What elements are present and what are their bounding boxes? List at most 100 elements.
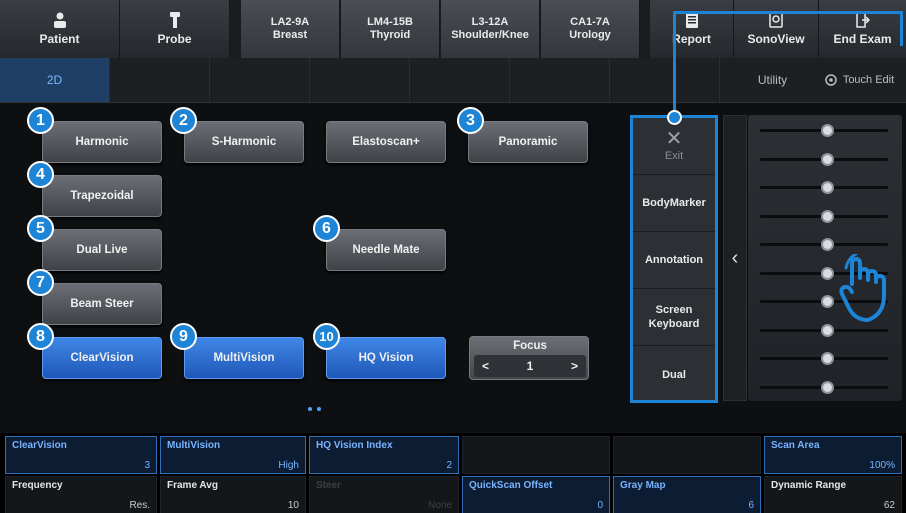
probe-preset: Breast [272,29,308,41]
probe-preset: Urology [569,29,611,41]
callout-7: 7 [27,269,54,296]
param-gray-map[interactable]: Gray Map 6 [613,476,761,513]
sonoview-button[interactable]: SonoView [734,0,819,58]
annotation-leader-line-top [673,11,903,14]
focus-control: Focus < 1 > [469,336,589,380]
param-value: High [278,460,299,471]
param-empty [462,436,610,474]
probe-button[interactable]: Probe [120,0,230,58]
callout-9: 9 [170,323,197,350]
probe-model: CA1-7A [570,16,610,28]
report-button[interactable]: Report [650,0,734,58]
probe-preset: Thyroid [369,29,411,41]
end-exam-button[interactable]: End Exam [819,0,906,58]
utility-tab[interactable]: Utility [735,58,810,102]
page-indicator [308,407,321,411]
param-label: Gray Map [620,480,666,491]
param-label: ClearVision [12,440,67,451]
param-frequency[interactable]: Frequency Res. [5,476,157,513]
probe-ca1-7a-button[interactable]: CA1-7A Urology [540,0,640,58]
tgc-slider-knob[interactable] [821,124,834,137]
callout-5: 5 [27,215,54,242]
tgc-slider-knob[interactable] [821,323,834,337]
tgc-slider-knob[interactable] [821,209,834,223]
panoramic-button[interactable]: Panoramic [468,121,588,163]
probe-icon [169,12,180,28]
probe-l3-12a-button[interactable]: L3-12A Shoulder/Knee [440,0,540,58]
tab-2d[interactable]: 2D [0,58,110,102]
dual-live-button[interactable]: Dual Live [42,229,162,271]
tgc-slider-knob[interactable] [821,238,834,251]
param-clearvision[interactable]: ClearVision 3 [5,436,157,474]
touch-edit-icon [825,74,837,86]
param-multivision[interactable]: MultiVision High [160,436,306,474]
annotation-anchor-dot [667,110,682,125]
screen-keyboard-button[interactable]: Screen Keyboard [633,289,715,346]
chevron-left-icon: ‹ [731,246,739,269]
annotation-button[interactable]: Annotation [633,232,715,289]
person-icon [53,12,66,28]
parameter-grid: ClearVision 3 MultiVision High HQ Vision… [0,433,906,513]
param-frame-avg[interactable]: Frame Avg 10 [160,476,306,513]
s-harmonic-button[interactable]: S-Harmonic [184,121,304,163]
mode-tab-row: 2D Utility Touch Edit [0,58,906,103]
end-exam-label: End Exam [833,32,892,46]
focus-next-button[interactable]: > [571,359,578,373]
param-value: 62 [883,500,895,511]
tgc-slider-knob[interactable] [821,295,834,308]
dual-button[interactable]: Dual [633,346,715,403]
exit-button[interactable]: ✕ Exit [633,118,715,175]
focus-prev-button[interactable]: < [482,359,489,373]
callout-10: 10 [313,323,340,350]
focus-title: Focus [513,340,547,352]
multivision-button[interactable]: MultiVision [184,337,304,379]
probe-la2-9a-button[interactable]: LA2-9A Breast [240,0,340,58]
tgc-slider-knob[interactable] [821,352,834,365]
report-icon [685,12,698,28]
param-label: Frequency [12,480,63,491]
screen-keyboard-label-2: Keyboard [648,318,700,330]
touch-edit-button[interactable]: Touch Edit [812,58,906,102]
sonoview-icon [769,12,783,28]
focus-value: 1 [526,359,534,373]
function-button-area: Harmonic S-Harmonic Elastoscan+ Panorami… [0,104,906,432]
trapezoidal-button[interactable]: Trapezoidal [42,175,162,217]
screen-keyboard-label-1: Screen [655,304,693,316]
param-dynamic-range[interactable]: Dynamic Range 62 [764,476,902,513]
harmonic-button[interactable]: Harmonic [42,121,162,163]
tgc-slider-knob[interactable] [821,380,834,394]
tgc-slider-knob[interactable] [821,266,834,280]
close-icon: ✕ [665,128,683,150]
top-bar: Patient Probe LA2-9A Breast LM4-15B Thyr… [0,0,906,58]
needle-mate-button[interactable]: Needle Mate [326,229,446,271]
param-label: MultiVision [167,440,221,451]
param-label: QuickScan Offset [469,480,553,491]
exit-label: Exit [664,150,684,162]
param-label: Scan Area [771,440,820,451]
probe-model: L3-12A [471,16,509,28]
param-value: 0 [597,500,603,511]
param-label: HQ Vision Index [316,440,393,451]
param-label: Dynamic Range [771,480,847,491]
utility-panel: ✕ Exit BodyMarker Annotation Screen Keyb… [630,115,718,403]
param-value: 10 [287,500,299,511]
annotation-leader-line [673,14,676,118]
beam-steer-button[interactable]: Beam Steer [42,283,162,325]
patient-label: Patient [39,32,80,46]
param-quickscan-offset[interactable]: QuickScan Offset 0 [462,476,610,513]
param-scan-area[interactable]: Scan Area 100% [764,436,902,474]
param-hq-vision-index[interactable]: HQ Vision Index 2 [309,436,459,474]
touch-edit-label: Touch Edit [842,74,895,86]
callout-2: 2 [170,107,197,134]
bodymarker-button[interactable]: BodyMarker [633,175,715,232]
patient-button[interactable]: Patient [0,0,120,58]
param-value: None [428,500,452,511]
clearvision-button[interactable]: ClearVision [42,337,162,379]
tgc-slider-knob[interactable] [821,181,834,194]
elastoscan-button[interactable]: Elastoscan+ [326,121,446,163]
hq-vision-button[interactable]: HQ Vision [326,337,446,379]
collapse-tgc-button[interactable]: ‹ [723,115,747,401]
probe-lm4-15b-button[interactable]: LM4-15B Thyroid [340,0,440,58]
focus-stepper: < 1 > [474,355,586,377]
tgc-slider-knob[interactable] [821,152,834,166]
